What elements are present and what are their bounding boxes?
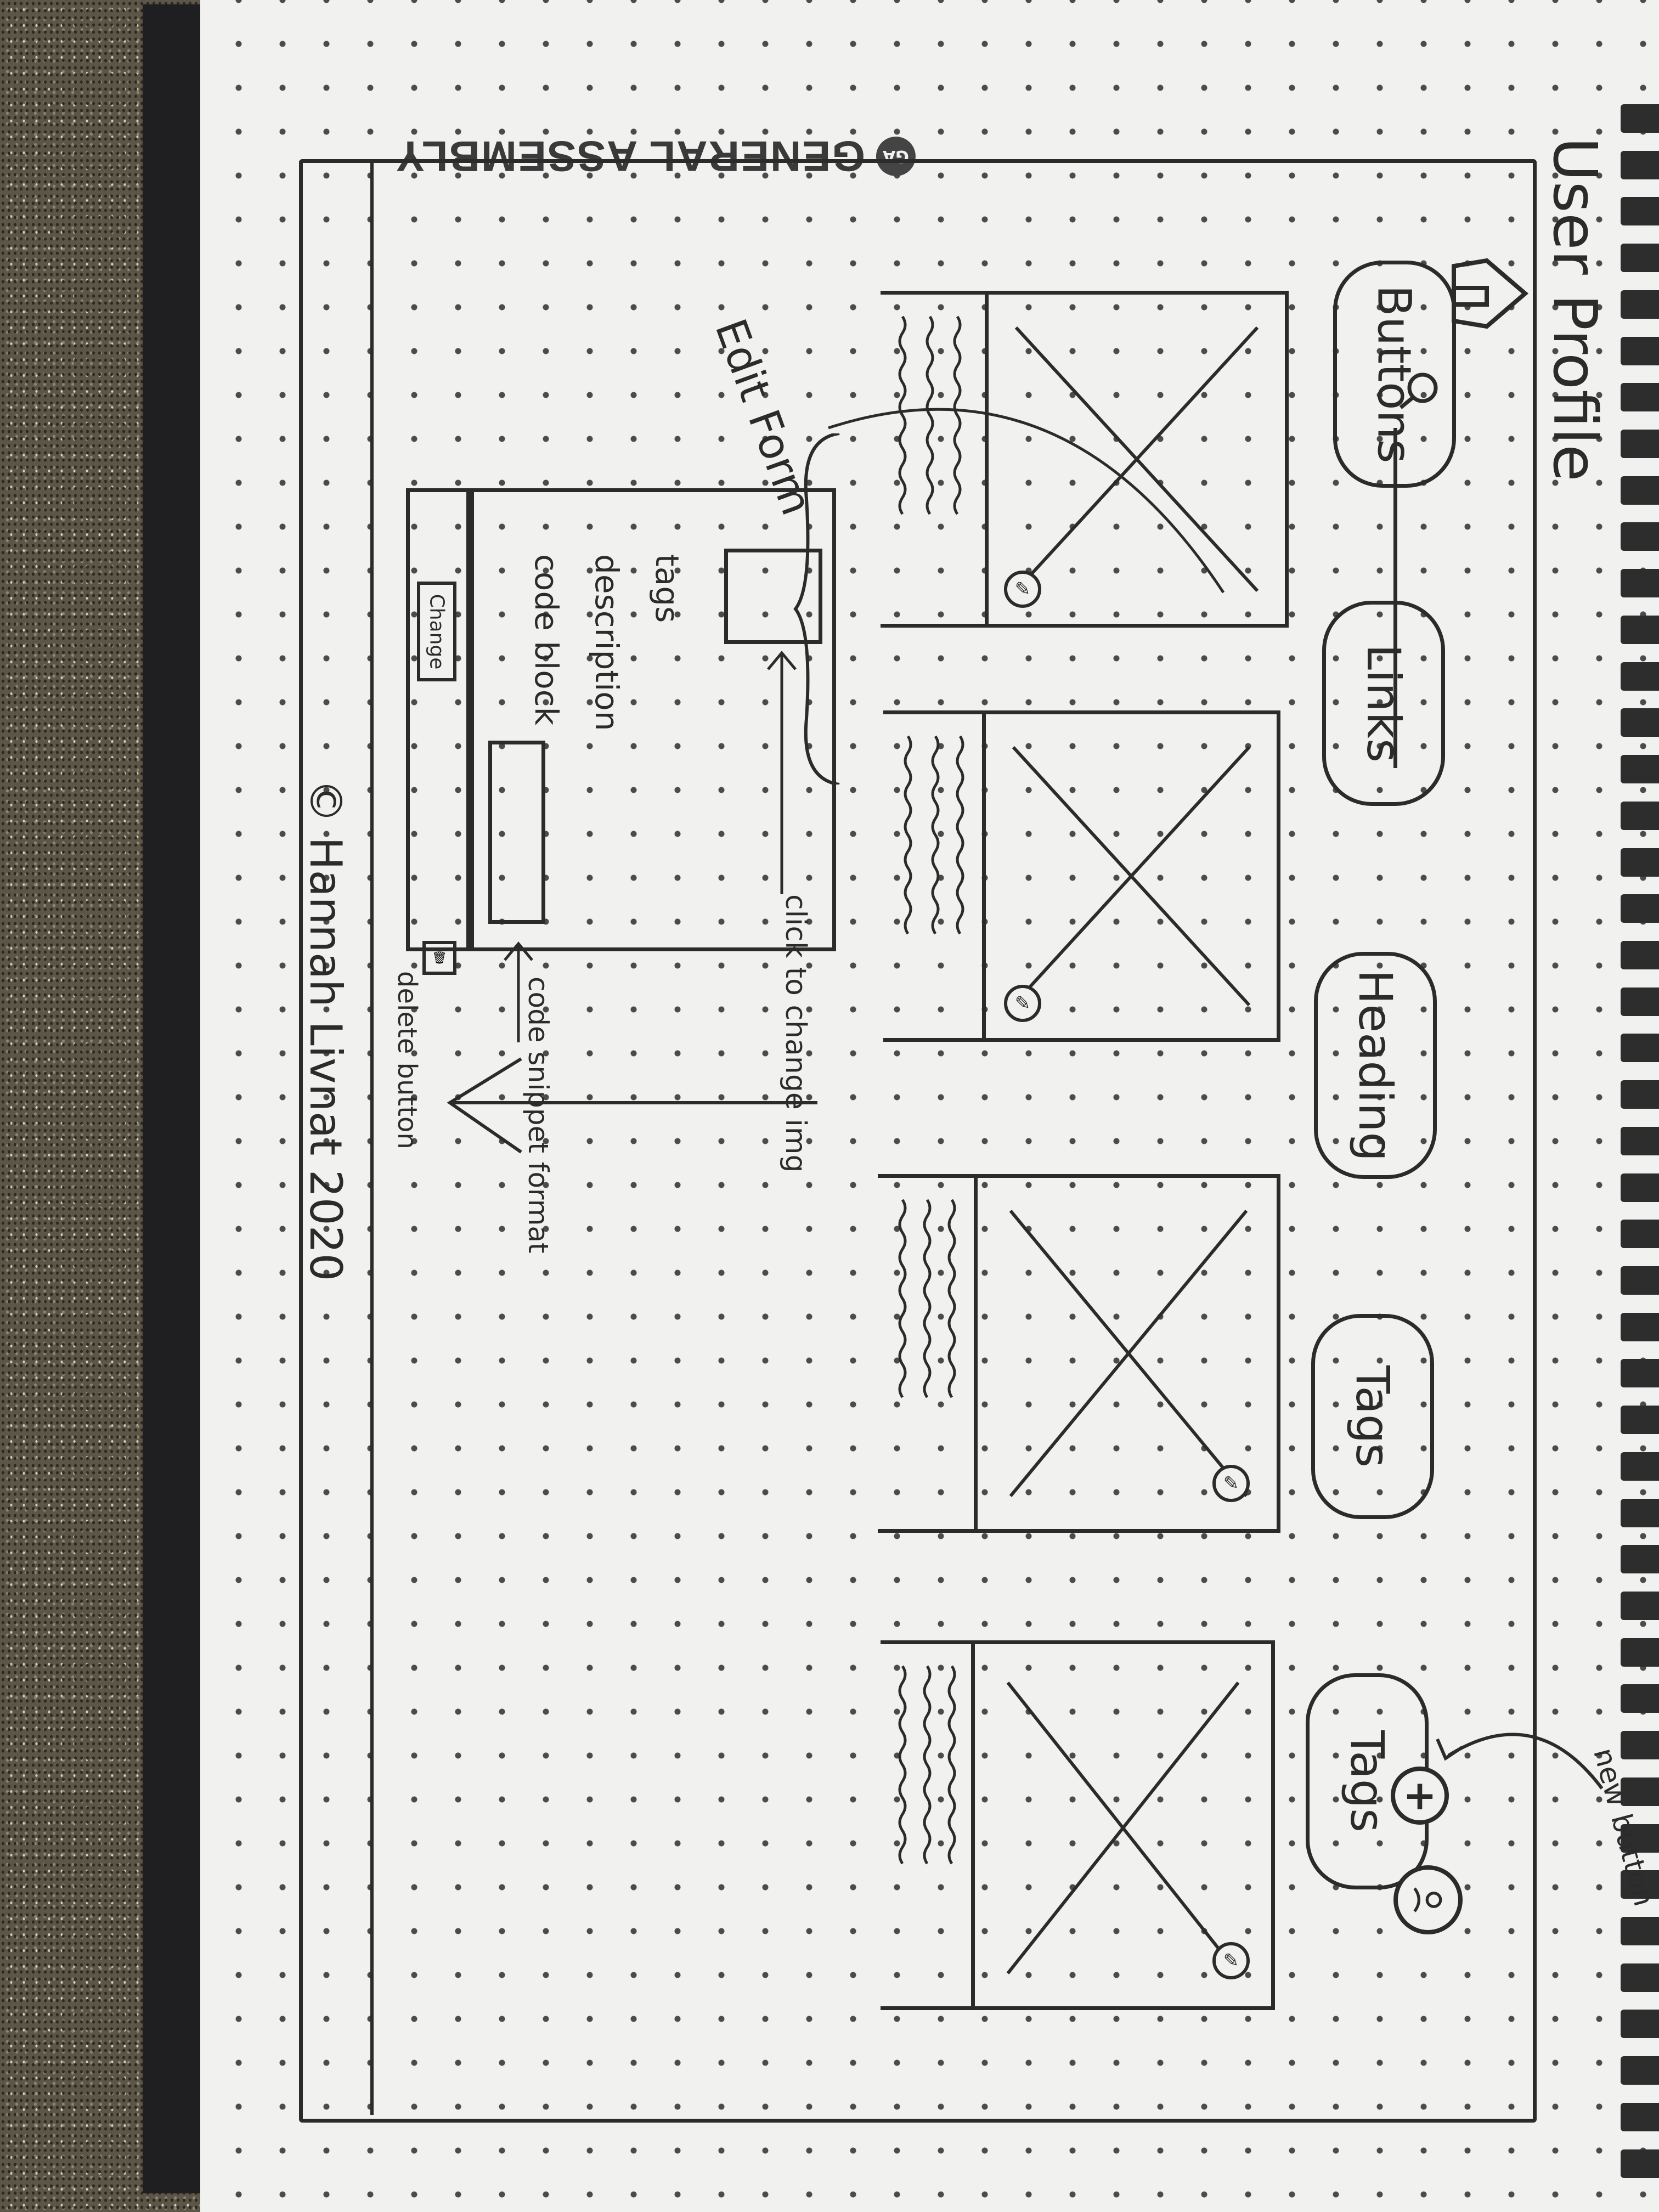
edit-form-footer	[406, 488, 474, 951]
arrow-to-new-button	[1436, 1733, 1604, 1790]
snippet-card-text	[883, 710, 986, 1042]
edit-pencil-icon[interactable]: ✎	[1212, 1942, 1250, 1979]
house-icon[interactable]	[1448, 255, 1531, 332]
filter-button-buttons[interactable]: Buttons	[1333, 261, 1456, 488]
edit-pencil-icon[interactable]: ✎	[1212, 1465, 1250, 1502]
arrow-to-footer	[447, 1057, 817, 1154]
edit-form-field-code-block[interactable]: code block	[528, 554, 565, 725]
edit-form-image-field[interactable]	[724, 549, 822, 644]
change-button[interactable]: Change	[417, 582, 456, 681]
snippet-card-text	[878, 1174, 978, 1533]
footer-divider	[370, 159, 374, 2115]
edit-form-field-tags[interactable]: tags	[648, 554, 686, 623]
code-block-input[interactable]	[488, 741, 545, 924]
profile-avatar-button[interactable]	[1393, 1865, 1463, 1934]
filter-button-heading[interactable]: Heading	[1314, 952, 1437, 1179]
annotation-delete-button: delete button	[392, 971, 422, 1149]
delete-button[interactable]: 🗑	[422, 941, 456, 975]
page-title: User Profile	[1540, 137, 1610, 482]
arrow-click-to-change	[767, 651, 797, 894]
filter-button-tags[interactable]: Tags	[1311, 1314, 1434, 1519]
snippet-card-text	[881, 1640, 975, 2010]
edit-pencil-icon[interactable]: ✎	[1004, 985, 1041, 1022]
footer-copyright: © Hannah Livnat 2020	[300, 779, 351, 1282]
user-avatar-icon	[1413, 1887, 1442, 1912]
arrow-edit-to-form	[828, 408, 1225, 594]
trash-icon: 🗑	[432, 951, 447, 965]
edit-form-field-description[interactable]: description	[588, 554, 625, 731]
filter-button-links[interactable]: Links	[1322, 601, 1445, 806]
